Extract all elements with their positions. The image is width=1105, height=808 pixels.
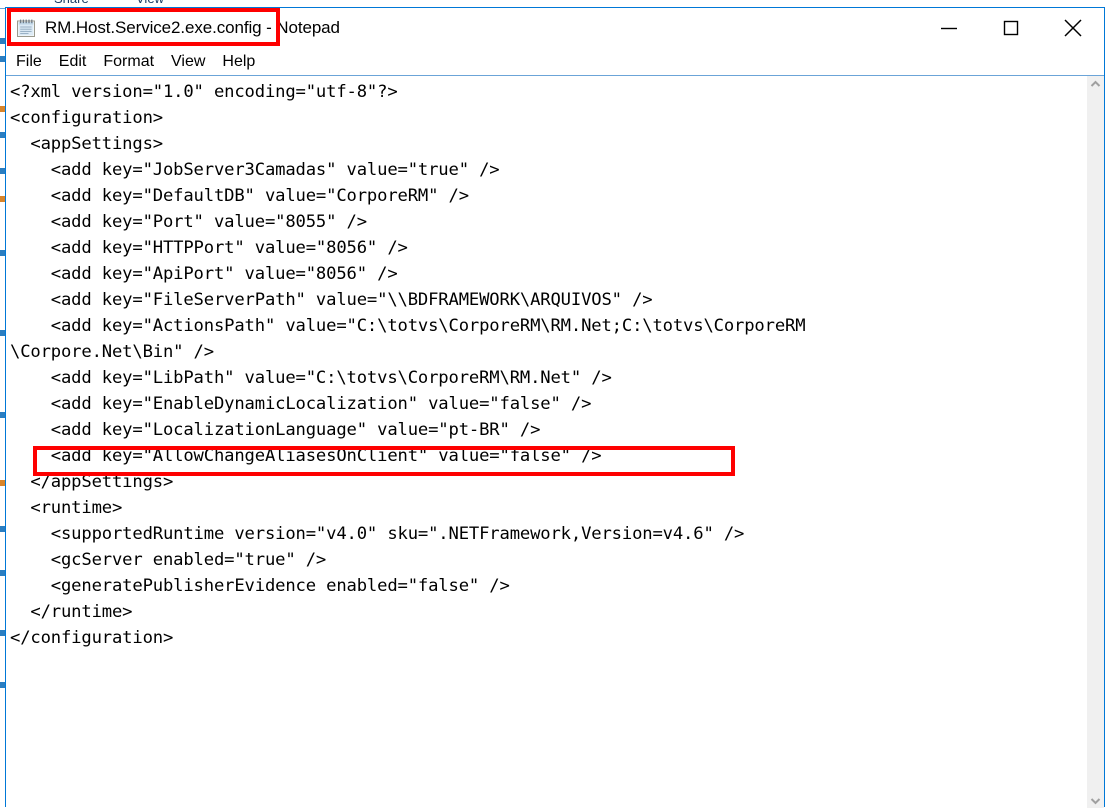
- vertical-scrollbar[interactable]: [1087, 76, 1104, 808]
- menu-item-help[interactable]: Help: [222, 53, 255, 71]
- background-tab-share: Share: [54, 0, 89, 6]
- editor-area[interactable]: <?xml version="1.0" encoding="utf-8"?> <…: [6, 75, 1104, 808]
- notepad-icon: [16, 18, 36, 38]
- maximize-button[interactable]: [980, 8, 1042, 48]
- chevron-down-icon[interactable]: [1087, 792, 1104, 808]
- menu-bar: File Edit Format View Help: [6, 48, 1104, 75]
- close-button[interactable]: [1042, 8, 1104, 48]
- menu-item-file[interactable]: File: [16, 53, 42, 71]
- chevron-up-icon[interactable]: [1087, 76, 1104, 93]
- window-title: RM.Host.Service2.exe.config - Notepad: [45, 18, 340, 37]
- menu-item-edit[interactable]: Edit: [59, 53, 87, 71]
- window-controls: [918, 8, 1104, 48]
- menu-item-format[interactable]: Format: [103, 53, 154, 71]
- title-bar[interactable]: RM.Host.Service2.exe.config - Notepad: [6, 8, 1104, 48]
- minimize-button[interactable]: [918, 8, 980, 48]
- menu-item-view[interactable]: View: [171, 53, 205, 71]
- notepad-window: RM.Host.Service2.exe.config - Notepad Fi…: [5, 7, 1105, 808]
- background-tab-view: View: [136, 0, 164, 6]
- text-editor[interactable]: <?xml version="1.0" encoding="utf-8"?> <…: [10, 79, 1070, 651]
